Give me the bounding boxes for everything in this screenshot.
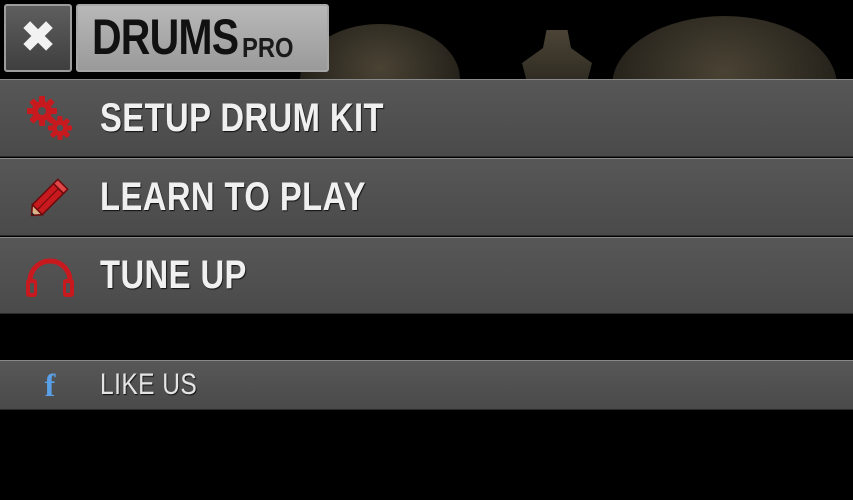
gears-icon xyxy=(0,80,100,156)
menu-item-label: LEARN TO PLAY xyxy=(100,174,366,219)
cymbal-image xyxy=(612,16,837,80)
app-title-suffix: PRO xyxy=(242,32,294,63)
menu-item-label: LIKE US xyxy=(100,368,198,401)
facebook-glyph: f xyxy=(44,367,56,403)
menu-item-tune-up[interactable]: TUNE UP xyxy=(0,237,853,314)
app-title-text: DRUMS xyxy=(92,9,239,65)
menu-item-learn-to-play[interactable]: LEARN TO PLAY xyxy=(0,158,853,236)
menu-item-label: SETUP DRUM KIT xyxy=(100,95,384,140)
app-screen: ✖ DRUMS PRO SETUP DRUM KIT LEARN TO PLAY… xyxy=(0,0,853,500)
menu-item-setup-drum-kit[interactable]: SETUP DRUM KIT xyxy=(0,79,853,157)
close-button[interactable]: ✖ xyxy=(4,4,72,72)
cymbal-stand-image xyxy=(522,30,592,80)
close-icon: ✖ xyxy=(19,12,57,63)
menu-item-like-us[interactable]: f LIKE US xyxy=(0,360,853,410)
facebook-icon: f xyxy=(0,361,100,409)
pencil-icon xyxy=(0,159,100,235)
headphones-icon xyxy=(0,238,100,313)
app-title: DRUMS PRO xyxy=(76,4,329,72)
menu-item-label: TUNE UP xyxy=(100,253,247,297)
